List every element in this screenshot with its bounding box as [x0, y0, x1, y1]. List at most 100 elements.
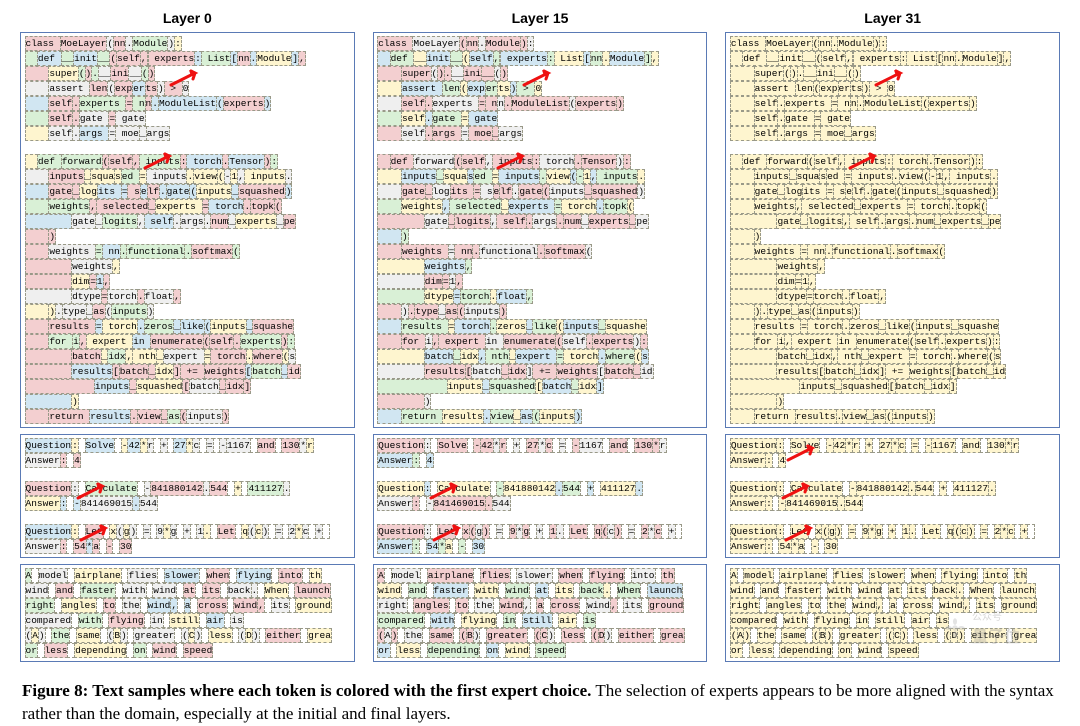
- token: self: [108, 154, 133, 169]
- token: self: [821, 51, 846, 66]
- token: softmax: [191, 244, 233, 259]
- token: or: [730, 643, 743, 658]
- token: lf: [852, 184, 865, 199]
- token: inputs: [916, 319, 952, 334]
- token: n: [837, 96, 850, 111]
- token: weights: [424, 259, 466, 274]
- token: log: [432, 184, 451, 199]
- token: >: [516, 81, 535, 96]
- token: moe: [468, 126, 493, 141]
- token: .: [988, 481, 996, 496]
- token: torch: [102, 319, 138, 334]
- token: Solve: [790, 438, 821, 453]
- token: wind: [730, 583, 755, 598]
- token: __: [834, 66, 847, 81]
- token: experts: [575, 96, 617, 111]
- token: dim: [424, 274, 443, 289]
- token: wind: [233, 598, 258, 613]
- token: faster: [785, 583, 821, 598]
- token: softmax: [544, 244, 586, 259]
- token: [25, 319, 50, 334]
- token: as: [167, 409, 180, 424]
- token: ): [776, 394, 784, 409]
- token: self: [48, 111, 73, 126]
- token: selected: [801, 199, 854, 214]
- token: self: [48, 96, 73, 111]
- token: [377, 409, 402, 424]
- token: launch: [294, 583, 330, 598]
- token: logits: [102, 214, 138, 229]
- token: [25, 274, 73, 289]
- token: dim: [776, 274, 795, 289]
- token: 1167: [579, 438, 604, 453]
- token: back: [932, 583, 957, 598]
- token: same: [781, 628, 806, 643]
- token: [25, 199, 50, 214]
- token: squashed: [489, 379, 537, 394]
- token: batch: [604, 364, 635, 379]
- token: pe: [988, 214, 1001, 229]
- token: [377, 349, 425, 364]
- token: inputs: [549, 184, 585, 199]
- token: self: [562, 334, 587, 349]
- token: [730, 379, 800, 394]
- token: 130: [987, 438, 1006, 453]
- token: gate: [518, 184, 543, 199]
- token: ): [637, 184, 645, 199]
- token: ed: [473, 169, 492, 184]
- token: results: [442, 409, 484, 424]
- token: inputs: [210, 319, 246, 334]
- token: in: [150, 613, 163, 628]
- token: [25, 244, 50, 259]
- token: gate: [115, 111, 146, 126]
- token: [377, 66, 402, 81]
- token: +=: [885, 364, 910, 379]
- token: view: [842, 409, 867, 424]
- token: idx: [813, 349, 832, 364]
- token: self: [401, 126, 426, 141]
- token: gate: [871, 184, 896, 199]
- token: in: [503, 613, 516, 628]
- token: flying: [461, 613, 497, 628]
- token: List: [906, 51, 937, 66]
- token: 0: [887, 81, 895, 96]
- token: squashed: [591, 184, 639, 199]
- token: .: [637, 169, 645, 184]
- token: gate: [166, 184, 191, 199]
- column-title: Layer 15: [373, 10, 708, 26]
- token: __: [413, 51, 426, 66]
- token: Question: [730, 524, 778, 539]
- token: air: [558, 613, 577, 628]
- token: [25, 304, 50, 319]
- token: >: [164, 81, 183, 96]
- token: s: [288, 349, 296, 364]
- token: topk: [603, 199, 628, 214]
- token: ): [48, 229, 56, 244]
- token: nth: [837, 349, 862, 364]
- token: in: [132, 334, 151, 349]
- token: [377, 199, 402, 214]
- token: __: [451, 66, 464, 81]
- token: [377, 379, 447, 394]
- token: ): [927, 409, 935, 424]
- token: lf: [147, 184, 160, 199]
- token: experts: [155, 199, 203, 214]
- token: forward: [61, 154, 103, 169]
- token: faster: [433, 583, 469, 598]
- token: with: [474, 583, 499, 598]
- token: [377, 154, 390, 169]
- token: depending: [779, 643, 832, 658]
- token: gate: [401, 184, 426, 199]
- token: with: [122, 583, 147, 598]
- token: inputs: [799, 379, 835, 394]
- token: inputs: [447, 379, 483, 394]
- token: assert: [401, 81, 443, 96]
- token: squashe: [605, 319, 647, 334]
- token: flies: [127, 568, 158, 583]
- token: 841469015: [80, 496, 133, 511]
- token: super: [48, 66, 79, 81]
- token: air: [911, 613, 930, 628]
- token: 411127: [953, 481, 989, 496]
- token: wind: [152, 643, 177, 658]
- token: results: [401, 319, 449, 334]
